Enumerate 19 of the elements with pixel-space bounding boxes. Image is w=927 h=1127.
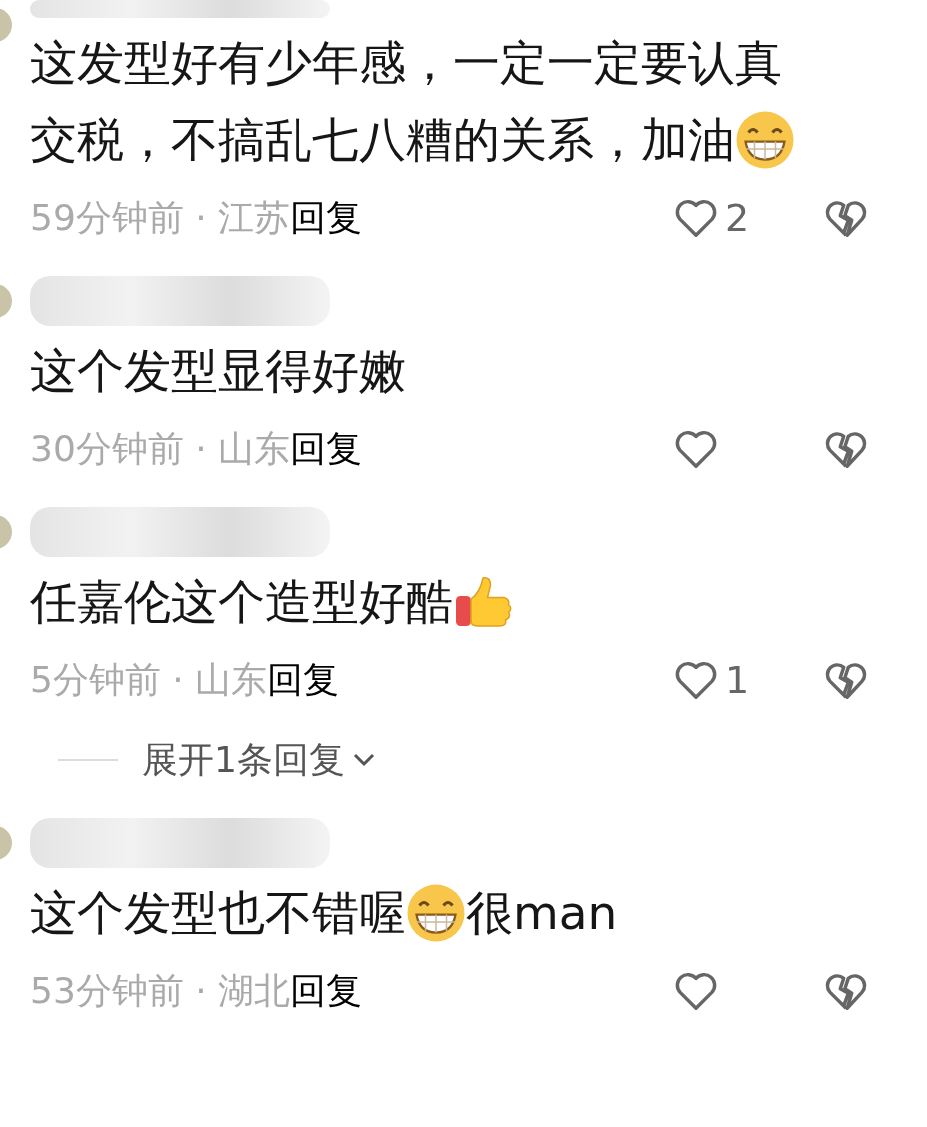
time-location: 5分钟前 · 山东	[30, 657, 268, 702]
reply-link[interactable]: 回复	[290, 966, 363, 1016]
reply-link[interactable]: 回复	[290, 193, 363, 243]
comment-text: 很man	[466, 884, 618, 942]
comment-text: 这发型好有少年感，一定一定要认真	[30, 34, 782, 92]
like-count: 1	[725, 658, 750, 702]
reply-link[interactable]: 回复	[290, 424, 363, 474]
comment-text: 这个发型也不错喔	[30, 884, 406, 942]
grinning-face-icon	[406, 882, 466, 943]
time-location: 53分钟前 · 湖北	[30, 968, 291, 1013]
expand-replies-link[interactable]: 展开1条回复	[142, 735, 345, 785]
comment-text: 这个发型显得好嫩	[30, 342, 406, 400]
like-count: 2	[725, 196, 750, 240]
grinning-face-icon	[735, 109, 795, 170]
comment-text: 任嘉伦这个造型好酷	[30, 573, 453, 631]
time-location: 30分钟前 · 山东	[30, 426, 291, 471]
comment-text: 交税，不搞乱七八糟的关系，加油	[30, 111, 735, 169]
reply-link[interactable]: 回复	[267, 655, 340, 705]
time-location: 59分钟前 · 江苏	[30, 195, 291, 240]
